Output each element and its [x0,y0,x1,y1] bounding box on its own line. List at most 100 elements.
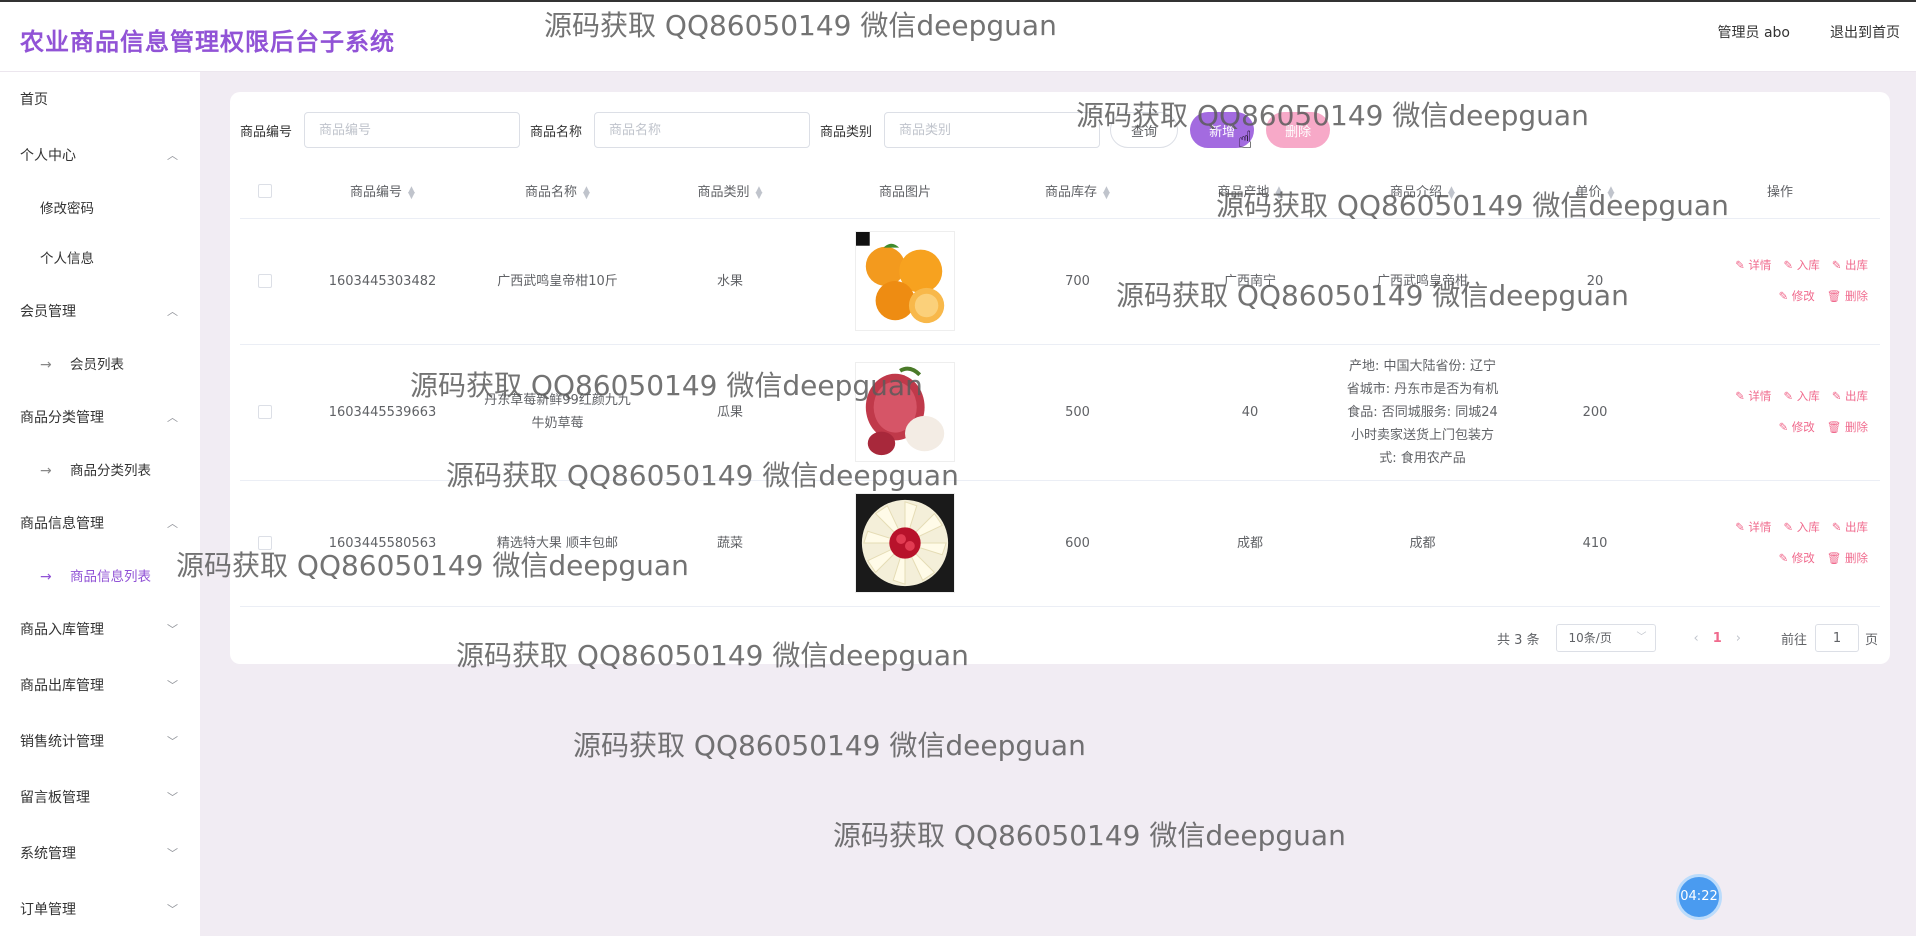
sidebar-item-category-management[interactable]: 商品分类管理 ︿ [0,390,200,446]
cell-image [820,218,990,345]
chevron-down-icon: ﹀ [167,903,178,916]
sidebar-item-stock-out[interactable]: 商品出库管理 ﹀ [0,658,200,714]
watermark: 源码获取 QQ86050149 微信deepguan [573,729,1086,762]
sidebar-item-home[interactable]: 首页 [0,72,200,128]
col-header-stock[interactable]: 商品库存 ▲ ▼ [990,164,1165,219]
cell-stock: 500 [990,344,1165,481]
category-input[interactable] [884,112,1101,148]
goto-suffix: 页 [1864,632,1878,648]
table-row: 1603445303482 广西武鸣皇帝柑10斤 水果 700 广西南宁 广西武… [240,218,1880,345]
category-label: 商品类别 [820,124,873,140]
sidebar-item-category-list[interactable]: → 商品分类列表 [0,446,200,496]
col-header-intro[interactable]: 商品介绍 ▲ ▼ [1335,164,1510,219]
stock-in-link[interactable]: ✎ 入库 [1783,254,1819,277]
cell-origin: 40 [1165,344,1335,481]
page-size-select[interactable]: 10条/页 ﹀ [1555,624,1656,652]
sidebar-item-personal-info[interactable]: 个人信息 [0,234,200,284]
col-header-image: 商品图片 [820,164,990,219]
fruit-platter-image[interactable] [855,493,955,593]
col-header-category[interactable]: 商品类别 ▲ ▼ [640,164,820,219]
sidebar: 首页 个人中心 ︿ 修改密码 个人信息 会员管理 ︿ → 会员列表 商品分类管理 ︿ →… [0,72,200,936]
header-actions: 管理员 abo 退出到首页 [1718,22,1900,42]
cell-stock: 600 [990,480,1165,607]
next-page-icon[interactable]: › [1736,631,1741,646]
chevron-down-icon: ﹀ [167,791,178,804]
sidebar-item-change-password[interactable]: 修改密码 [0,184,200,234]
goto-page-input[interactable] [1814,624,1859,652]
stock-out-link[interactable]: ✎ 出库 [1832,385,1868,408]
col-header-code[interactable]: 商品编号 ▲ ▼ [290,164,475,219]
sidebar-item-personal-center[interactable]: 个人中心 ︿ [0,128,200,184]
delete-link[interactable]: 🗑 删除 [1827,416,1868,439]
col-header-name[interactable]: 商品名称 ▲ ▼ [475,164,640,219]
row-checkbox[interactable] [258,274,272,288]
chevron-up-icon: ︿ [167,411,178,424]
arrow-right-icon: → [40,463,52,479]
edit-link[interactable]: ✎ 修改 [1778,285,1814,308]
chevron-down-icon: ﹀ [1636,632,1647,643]
sidebar-item-sales-stats[interactable]: 销售统计管理 ﹀ [0,714,200,770]
name-input[interactable] [594,112,811,148]
page-number[interactable]: 1 [1713,631,1722,646]
stock-out-link[interactable]: ✎ 出库 [1832,516,1868,539]
cell-intro: 产地: 中国大陆省份: 辽宁省城市: 丹东市是否为有机食品: 否同城服务: 同城… [1335,344,1510,481]
stock-in-link[interactable]: ✎ 入库 [1783,516,1819,539]
table-header-row: 商品编号 ▲ ▼ 商品名称 ▲ ▼ 商品类别 ▲ ▼ 商品图片 商品库存 ▲ ▼ 商品产地 ▲ ▼ … [240,164,1880,219]
cell-code: 1603445580563 [290,480,475,607]
timer-badge: 04:22 [1676,874,1722,920]
sidebar-item-orders[interactable]: 订单管理 ﹀ [0,882,200,936]
chevron-up-icon: ︿ [167,149,178,162]
cell-intro: 广西武鸣皇帝柑 [1335,218,1510,345]
table-row: 1603445539663 丹东草莓新鲜99红颜九九牛奶草莓 瓜果 500 40… [240,344,1880,481]
sort-icon: ▲ ▼ [1448,184,1455,201]
col-header-price[interactable]: 单价 ▲ ▼ [1510,164,1680,219]
delete-link[interactable]: 🗑 删除 [1827,285,1868,308]
stock-out-link[interactable]: ✎ 出库 [1832,254,1868,277]
cell-category: 蔬菜 [640,480,820,607]
goto-prefix: 前往 [1780,632,1807,648]
cell-origin: 广西南宁 [1165,218,1335,345]
detail-link[interactable]: ✎ 详情 [1735,516,1771,539]
sidebar-item-product-management[interactable]: 商品信息管理 ︿ [0,496,200,552]
arrow-right-icon: → [40,357,52,373]
delete-button[interactable]: 删除 [1266,112,1331,148]
sidebar-item-message-board[interactable]: 留言板管理 ﹀ [0,770,200,826]
select-all-checkbox[interactable] [258,183,272,198]
chevron-up-icon: ︿ [167,305,178,318]
table-row: 1603445580563 精选特大果 顺丰包邮 蔬菜 600 成都 成都 41… [240,480,1880,607]
search-bar: 商品编号 商品名称 商品类别 查询 新增 删除 [240,112,1342,148]
delete-link[interactable]: 🗑 删除 [1827,547,1868,570]
row-checkbox[interactable] [258,405,272,419]
sort-icon: ▲ ▼ [1103,184,1110,201]
cell-ops: ✎ 详情 ✎ 入库 ✎ 出库 ✎ 修改 🗑 删除 [1680,344,1880,481]
top-header: 农业商品信息管理权限后台子系统 管理员 abo 退出到首页 [0,0,1916,72]
sidebar-item-product-list[interactable]: → 商品信息列表 [0,552,200,602]
code-input[interactable] [304,112,521,148]
detail-link[interactable]: ✎ 详情 [1735,385,1771,408]
sidebar-item-system[interactable]: 系统管理 ﹀ [0,826,200,882]
oranges-image[interactable] [855,231,955,331]
query-button[interactable]: 查询 [1110,112,1179,148]
edit-link[interactable]: ✎ 修改 [1778,547,1814,570]
sidebar-item-member-list[interactable]: → 会员列表 [0,340,200,390]
product-table: 商品编号 ▲ ▼ 商品名称 ▲ ▼ 商品类别 ▲ ▼ 商品图片 商品库存 ▲ ▼ 商品产地 ▲ ▼ … [240,164,1880,607]
sort-icon: ▲ ▼ [755,184,763,201]
edit-link[interactable]: ✎ 修改 [1778,416,1814,439]
sidebar-item-member-management[interactable]: 会员管理 ︿ [0,284,200,340]
chevron-up-icon: ︿ [167,517,178,530]
prev-page-icon[interactable]: ‹ [1694,631,1699,646]
cell-image [820,344,990,481]
stock-in-link[interactable]: ✎ 入库 [1783,385,1819,408]
sidebar-item-stock-in[interactable]: 商品入库管理 ﹀ [0,602,200,658]
detail-link[interactable]: ✎ 详情 [1735,254,1771,277]
total-count: 共 3 条 [1496,632,1540,648]
sort-icon: ▲ ▼ [583,184,590,201]
lychee-image[interactable] [855,362,955,462]
cell-name: 丹东草莓新鲜99红颜九九牛奶草莓 [475,344,640,481]
col-header-origin[interactable]: 商品产地 ▲ ▼ [1165,164,1335,219]
exit-to-home-link[interactable]: 退出到首页 [1830,22,1900,42]
row-checkbox[interactable] [258,536,272,550]
hand-cursor-icon: ☝ [1238,126,1253,154]
cell-intro: 成都 [1335,480,1510,607]
current-user[interactable]: 管理员 abo [1718,22,1790,42]
